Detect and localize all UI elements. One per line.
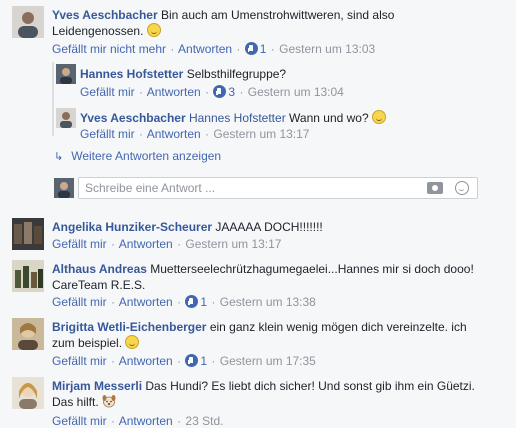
- avatar: [54, 178, 74, 198]
- like-link[interactable]: Gefällt mir: [80, 85, 135, 99]
- like-link[interactable]: Gefällt mir: [52, 295, 107, 309]
- grinning-face-emoji-icon: [146, 23, 161, 37]
- avatar[interactable]: [12, 377, 44, 409]
- reply-link[interactable]: Antworten: [147, 127, 201, 141]
- timestamp[interactable]: Gestern um 13:17: [185, 237, 281, 251]
- avatar[interactable]: [12, 218, 44, 250]
- emoji-icon[interactable]: [455, 181, 469, 195]
- reply-input[interactable]: [79, 178, 399, 198]
- comment-author[interactable]: Althaus Andreas: [52, 262, 147, 276]
- like-link[interactable]: Gefällt mir: [80, 127, 135, 141]
- unlike-link[interactable]: Gefällt mir nicht mehr: [52, 42, 166, 56]
- reply-link[interactable]: Antworten: [119, 414, 173, 428]
- avatar[interactable]: [56, 108, 76, 128]
- comment-author[interactable]: Mirjam Messerli: [52, 379, 142, 393]
- avatar[interactable]: [12, 6, 44, 38]
- reply-link[interactable]: Antworten: [119, 295, 173, 309]
- reply-meta: Gefällt mir · Antworten · 3 · Gestern um…: [80, 85, 344, 99]
- like-icon[interactable]: [244, 42, 258, 55]
- like-count[interactable]: 1: [260, 42, 267, 56]
- comment-author[interactable]: Angelika Hunziker-Scheurer: [52, 220, 212, 234]
- comment-meta: Gefällt mir · Antworten · 1 · Gestern um…: [52, 295, 316, 309]
- reply-thread-line: [52, 62, 54, 136]
- comment-author[interactable]: Yves Aeschbacher: [52, 8, 158, 22]
- avatar[interactable]: [12, 260, 44, 292]
- like-link[interactable]: Gefällt mir: [52, 237, 107, 251]
- like-count[interactable]: 1: [200, 354, 207, 368]
- reply-author[interactable]: Yves Aeschbacher: [80, 111, 186, 125]
- reply-text: Selbsthilfegruppe?: [186, 67, 287, 81]
- more-replies-link[interactable]: ↳ Weitere Antworten anzeigen: [54, 149, 221, 163]
- grinning-squint-emoji-icon: [371, 110, 386, 124]
- reply-link[interactable]: Antworten: [119, 354, 173, 368]
- comment-text: Das hilft.: [52, 395, 99, 409]
- comment-meta: Gefällt mir · Antworten · 1 · Gestern um…: [52, 354, 316, 368]
- camera-icon[interactable]: [427, 182, 443, 194]
- timestamp[interactable]: Gestern um 13:03: [279, 42, 375, 56]
- reply-link[interactable]: Antworten: [147, 85, 201, 99]
- like-link[interactable]: Gefällt mir: [52, 354, 107, 368]
- like-link[interactable]: Gefällt mir: [52, 414, 107, 428]
- comment-text: zum beispiel.: [52, 336, 123, 350]
- reply-author[interactable]: Hannes Hofstetter: [80, 67, 183, 81]
- slightly-smiling-emoji-icon: [125, 335, 140, 349]
- comment-text: Muetterseelechrützhagumegaelei...Hannes …: [150, 262, 474, 276]
- comment-text: Leidengenossen.: [52, 24, 144, 38]
- reply-link[interactable]: Antworten: [119, 237, 173, 251]
- mention-link[interactable]: Hannes Hofstetter: [189, 111, 286, 125]
- timestamp[interactable]: Gestern um 13:04: [248, 85, 344, 99]
- avatar[interactable]: [12, 318, 44, 350]
- like-count[interactable]: 1: [200, 295, 207, 309]
- reply-text: Wann und wo?: [289, 111, 369, 125]
- comment-meta: Gefällt mir · Antworten · 23 Std.: [52, 414, 224, 428]
- comment-meta: Gefällt mir nicht mehr · Antworten · 1 ·…: [52, 42, 376, 56]
- comment-text: Das Hundi? Es liebt dich sicher! Und son…: [145, 379, 475, 393]
- timestamp[interactable]: Gestern um 17:35: [220, 354, 316, 368]
- timestamp[interactable]: Gestern um 13:17: [213, 127, 309, 141]
- comment-text: Bin auch am Umenstrohwittweren, sind als…: [160, 8, 395, 22]
- reply-arrow-icon: ↳: [54, 151, 64, 163]
- comment-meta: Gefällt mir · Antworten · Gestern um 13:…: [52, 237, 282, 251]
- timestamp[interactable]: Gestern um 13:38: [220, 295, 316, 309]
- reply-link[interactable]: Antworten: [178, 42, 232, 56]
- comment-text: CareTeam R.E.S.: [52, 278, 146, 292]
- like-count[interactable]: 3: [228, 85, 235, 99]
- like-icon[interactable]: [185, 295, 199, 308]
- like-icon[interactable]: [213, 85, 227, 98]
- comment-text: JAAAAA DOCH!!!!!!!: [215, 220, 323, 234]
- dog-face-emoji-icon: [102, 394, 116, 408]
- comment-text: ein ganz klein wenig mögen dich vereinze…: [209, 320, 467, 334]
- like-icon[interactable]: [185, 354, 199, 367]
- reply-meta: Gefällt mir · Antworten · Gestern um 13:…: [80, 127, 310, 141]
- reply-input-box[interactable]: [78, 177, 478, 199]
- avatar[interactable]: [56, 64, 76, 84]
- timestamp[interactable]: 23 Std.: [185, 414, 223, 428]
- comment-author[interactable]: Brigitta Wetli-Eichenberger: [52, 320, 206, 334]
